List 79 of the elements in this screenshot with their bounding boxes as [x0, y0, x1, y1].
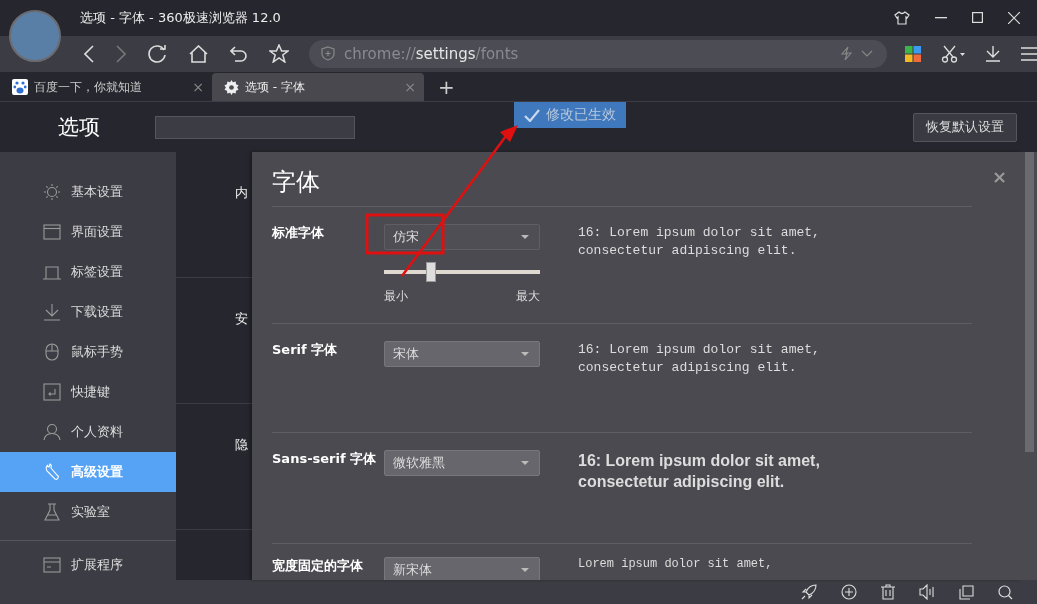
download-icon[interactable] — [985, 45, 1001, 63]
shirt-icon[interactable] — [894, 10, 910, 25]
font-setting-label: 标准字体 — [272, 224, 325, 243]
browser-tab[interactable]: 选项 - 字体 × — [212, 73, 424, 102]
forward-icon[interactable] — [116, 44, 126, 63]
download-icon — [43, 303, 61, 322]
scrollbar-thumb[interactable] — [1025, 152, 1034, 453]
checkmark-icon — [524, 108, 540, 122]
home-icon[interactable] — [189, 44, 208, 63]
paw-icon — [12, 79, 28, 96]
tab-close-button[interactable]: × — [192, 79, 204, 96]
section-label: 隐 — [235, 437, 248, 453]
person-icon — [43, 423, 61, 442]
font-dropdown[interactable]: 宋体 — [384, 341, 540, 368]
slider-thumb[interactable] — [425, 262, 436, 283]
caret-icon — [521, 461, 529, 466]
sidebar-item[interactable]: 基本设置 — [0, 172, 176, 213]
menu-icon[interactable] — [1021, 46, 1037, 61]
font-sample-text: 16: Lorem ipsum dolor sit amet, consectetur adipiscing elit. — [578, 451, 821, 493]
extension-panel-icon — [43, 557, 61, 574]
font-setting-label: Serif 字体 — [272, 341, 339, 360]
flask-icon — [43, 503, 61, 522]
gear-icon — [224, 79, 239, 95]
font-setting-label: 宽度固定的字体 — [272, 557, 364, 576]
sidebar-item[interactable]: 实验室 — [0, 492, 176, 533]
speaker-icon[interactable] — [919, 584, 935, 601]
scissors-icon[interactable] — [941, 44, 965, 63]
undo-icon[interactable] — [230, 45, 247, 62]
restore-defaults-button[interactable]: 恢复默认设置 — [913, 112, 1017, 142]
close-icon[interactable] — [1008, 11, 1020, 24]
sidebar-item[interactable]: 下载设置 — [0, 292, 176, 333]
caret-icon — [521, 568, 529, 573]
search-field[interactable] — [155, 115, 355, 139]
sidebar-item[interactable]: 个人资料 — [0, 412, 176, 453]
font-dropdown[interactable]: 微软雅黑 — [384, 450, 540, 477]
browser-tab[interactable]: 百度一下，你就知道 × — [0, 73, 212, 102]
section-label: 安 — [235, 311, 248, 327]
sidebar-item[interactable]: 扩展程序 — [0, 545, 176, 586]
sun-icon — [43, 183, 61, 202]
trash-icon[interactable] — [881, 584, 895, 601]
font-setting-label: Sans-serif 字体 — [272, 450, 378, 469]
window-icon — [43, 223, 61, 242]
star-icon[interactable] — [269, 44, 289, 64]
font-dropdown[interactable]: 新宋体 — [384, 557, 540, 581]
search-icon[interactable] — [998, 584, 1013, 600]
tab-icon — [43, 263, 61, 282]
back-icon[interactable] — [84, 44, 94, 63]
caret-icon — [521, 235, 529, 240]
slider-max-label: 最大 — [516, 288, 540, 306]
wrench-icon — [43, 463, 61, 482]
rocket-icon[interactable] — [801, 584, 817, 601]
font-size-slider[interactable] — [384, 262, 540, 283]
avatar-icon[interactable] — [9, 10, 61, 62]
dialog-title: 字体 — [272, 167, 320, 199]
section-label: 内 — [235, 185, 248, 201]
font-sample-text: 16: Lorem ipsum dolor sit amet, consectetur adipiscing elit. — [578, 341, 821, 378]
keyboard-key-icon — [43, 383, 61, 402]
sidebar-item[interactable]: 界面设置 — [0, 212, 176, 253]
mouse-icon — [43, 343, 61, 362]
gauge-icon[interactable] — [841, 584, 857, 601]
caret-icon — [521, 352, 529, 357]
font-sample-text: Lorem ipsum dolor sit amet, — [578, 557, 774, 574]
font-sample-text: 16: Lorem ipsum dolor sit amet, consectetur adipiscing elit. — [578, 224, 821, 261]
window-icon[interactable] — [959, 584, 974, 600]
apps-grid-icon[interactable] — [905, 45, 921, 62]
sidebar-item[interactable]: 鼠标手势 — [0, 332, 176, 373]
maximize-icon[interactable] — [972, 12, 983, 24]
minimize-icon[interactable] — [935, 16, 947, 19]
slider-min-label: 最小 — [384, 288, 408, 306]
shield-icon — [321, 46, 335, 62]
reload-icon[interactable] — [148, 44, 167, 64]
sidebar-item[interactable]: 标签设置 — [0, 252, 176, 293]
window-title: 选项 - 字体 - 360极速浏览器 12.0 — [80, 8, 281, 27]
url-text: chrome://settings/fonts — [344, 44, 519, 63]
sidebar-item[interactable]: 快捷键 — [0, 372, 176, 413]
font-dropdown[interactable]: 仿宋 — [384, 224, 540, 251]
page-title: 选项 — [58, 114, 100, 142]
toast-text: 修改已生效 — [546, 106, 616, 125]
new-tab-button[interactable]: + — [438, 74, 455, 99]
